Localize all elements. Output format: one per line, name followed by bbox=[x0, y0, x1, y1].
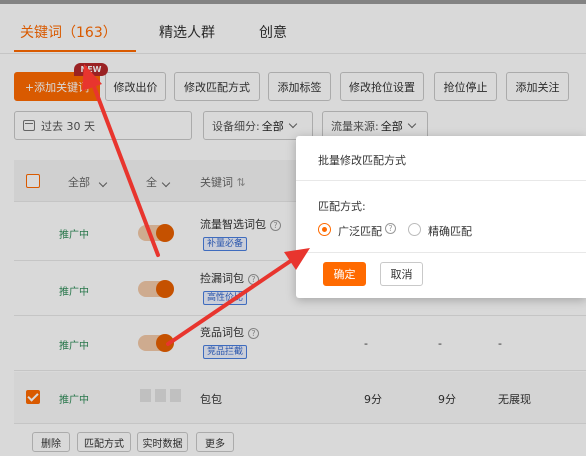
exact-match-label[interactable]: 精确匹配 bbox=[428, 223, 472, 239]
modal-footer-divider bbox=[296, 252, 586, 253]
broad-match-radio[interactable] bbox=[318, 223, 331, 236]
batch-match-type-modal: 批量修改匹配方式 匹配方式: 广泛匹配 ? 精确匹配 确定 取消 bbox=[296, 136, 586, 298]
match-type-label: 匹配方式: bbox=[318, 200, 366, 213]
cancel-button[interactable]: 取消 bbox=[380, 262, 423, 286]
modal-title: 批量修改匹配方式 bbox=[318, 154, 406, 167]
confirm-button[interactable]: 确定 bbox=[323, 262, 366, 286]
exact-match-radio[interactable] bbox=[408, 223, 421, 236]
broad-match-label[interactable]: 广泛匹配 bbox=[338, 223, 382, 239]
help-icon[interactable]: ? bbox=[385, 223, 396, 234]
modal-divider bbox=[296, 180, 586, 181]
